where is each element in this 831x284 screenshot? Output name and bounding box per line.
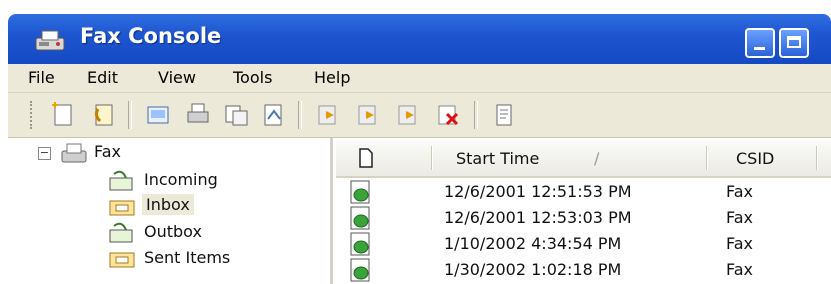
tree-item-incoming[interactable]: Incoming — [144, 170, 218, 189]
fax-machine-icon — [35, 30, 65, 51]
maximize-button[interactable] — [779, 28, 809, 58]
document-type-icon[interactable] — [358, 148, 374, 168]
menu-edit[interactable]: Edit — [87, 68, 118, 87]
properties-icon[interactable] — [490, 101, 518, 129]
message-list: Start Time ∕ CSID 12/6/2001 12:51:53 PM … — [336, 138, 831, 284]
csid-cell: Fax — [726, 182, 754, 201]
sent-items-folder-icon — [109, 252, 135, 268]
received-fax-icon — [350, 258, 370, 282]
start-time-cell: 12/6/2001 12:51:53 PM — [444, 182, 632, 201]
toolbar-separator — [298, 101, 302, 129]
mail-to-icon[interactable] — [260, 101, 288, 129]
minimize-icon — [754, 47, 765, 50]
maximize-icon — [787, 36, 801, 48]
title-bar[interactable]: Fax Console — [8, 14, 831, 64]
inbox-folder-icon — [109, 200, 135, 216]
table-row[interactable]: 1/10/2002 4:34:54 PM Fax — [336, 232, 831, 256]
table-row[interactable]: 12/6/2001 12:51:53 PM Fax — [336, 180, 831, 204]
toolbar-grip[interactable] — [30, 101, 36, 129]
print-icon[interactable] — [184, 101, 212, 129]
table-row[interactable]: 12/6/2001 12:53:03 PM Fax — [336, 206, 831, 230]
column-separator[interactable] — [816, 146, 818, 170]
start-time-cell: 12/6/2001 12:53:03 PM — [444, 208, 632, 227]
received-fax-icon — [350, 180, 370, 204]
receive-fax-icon[interactable] — [90, 101, 118, 129]
table-row[interactable]: 1/30/2002 1:02:18 PM Fax — [336, 258, 831, 282]
toolbar-separator — [128, 101, 132, 129]
restart-icon[interactable] — [394, 101, 422, 129]
collapse-icon[interactable]: − — [38, 147, 51, 160]
toolbar-separator — [474, 101, 478, 129]
copy-icon[interactable] — [222, 101, 250, 129]
csid-cell: Fax — [726, 208, 754, 227]
new-fax-icon[interactable] — [48, 101, 76, 129]
toolbar — [8, 93, 831, 138]
column-separator[interactable] — [706, 146, 708, 170]
menu-view[interactable]: View — [158, 68, 196, 87]
csid-cell: Fax — [726, 260, 754, 279]
delete-icon[interactable] — [434, 101, 462, 129]
column-csid[interactable]: CSID — [736, 149, 774, 168]
outbox-icon — [109, 222, 133, 243]
menu-bar: File Edit View Tools Help — [8, 64, 831, 93]
window-title: Fax Console — [80, 24, 222, 48]
tree-item-fax[interactable]: Fax — [94, 142, 121, 161]
received-fax-icon — [350, 232, 370, 256]
view-fax-icon[interactable] — [144, 101, 172, 129]
tree-item-outbox[interactable]: Outbox — [144, 222, 202, 241]
incoming-icon — [109, 170, 133, 191]
menu-file[interactable]: File — [28, 68, 55, 87]
received-fax-icon — [350, 206, 370, 230]
start-time-cell: 1/10/2002 4:34:54 PM — [444, 234, 622, 253]
sort-indicator-icon: ∕ — [594, 149, 600, 168]
column-separator[interactable] — [431, 146, 433, 170]
tree-item-inbox[interactable]: Inbox — [142, 194, 194, 215]
csid-cell: Fax — [726, 234, 754, 253]
resume-icon[interactable] — [354, 101, 382, 129]
column-start-time[interactable]: Start Time — [456, 149, 539, 168]
start-time-cell: 1/30/2002 1:02:18 PM — [444, 260, 622, 279]
pause-icon[interactable] — [314, 101, 342, 129]
folder-tree: − Fax Incoming Inbox Outbox Sent Items — [8, 138, 333, 284]
menu-tools[interactable]: Tools — [233, 68, 272, 87]
list-header: Start Time ∕ CSID — [336, 140, 831, 178]
menu-help[interactable]: Help — [314, 68, 350, 87]
tree-item-sent-items[interactable]: Sent Items — [144, 248, 230, 267]
fax-machine-icon — [61, 143, 87, 163]
minimize-button[interactable] — [745, 28, 775, 58]
